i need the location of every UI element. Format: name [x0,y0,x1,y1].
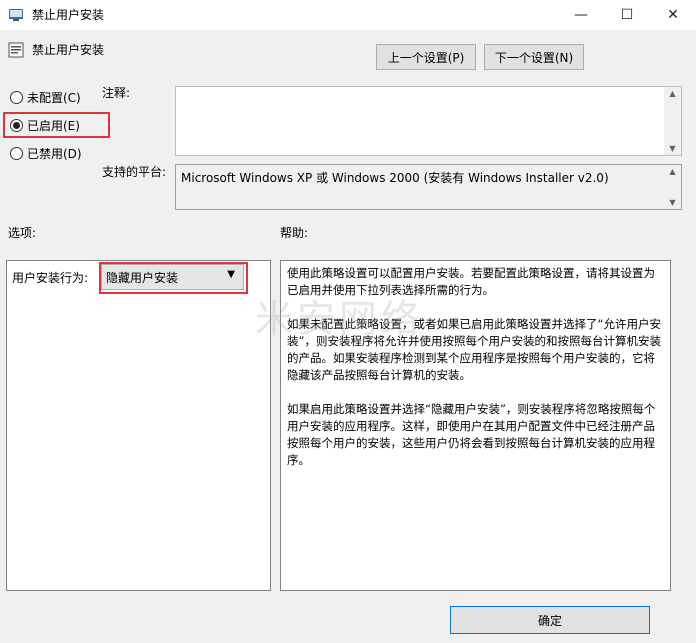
ok-button[interactable]: 确定 [450,606,650,634]
ok-button-label: 确定 [537,613,562,628]
scroll-up-icon[interactable]: ▲ [669,167,675,176]
options-section-label: 选项: [8,226,37,240]
radio-enabled-label: 已启用(E) [27,118,80,133]
scroll-up-icon[interactable]: ▲ [669,89,675,98]
help-text: 使用此策略设置可以配置用户安装。若要配置此策略设置，请将其设置为已启用并使用下拉… [287,266,661,467]
comment-scrollbar[interactable]: ▲ ▼ [664,87,681,155]
dropdown-highlight-box [99,262,248,294]
radio-not-configured-label: 未配置(C) [27,90,81,105]
radio-enabled[interactable]: 已启用(E) [10,115,80,135]
radio-not-configured[interactable]: 未配置(C) [10,87,81,107]
help-section-label: 帮助: [280,226,309,240]
policy-window-icon [9,9,23,21]
close-icon: ✕ [667,7,679,23]
platform-value: Microsoft Windows XP 或 Windows 2000 (安装有… [181,171,609,185]
radio-disabled[interactable]: 已禁用(D) [10,143,82,163]
policy-setting-icon [8,42,24,58]
previous-setting-label: 上一个设置(P) [387,50,465,65]
comment-label: 注释: [102,86,131,100]
maximize-button[interactable]: ☐ [604,0,650,30]
user-install-behavior-label: 用户安装行为: [12,271,89,285]
radio-enabled-circle[interactable] [10,118,23,132]
next-setting-label: 下一个设置(N) [494,50,574,65]
comment-field[interactable]: ▲ ▼ [175,86,682,156]
previous-setting-button[interactable]: 上一个设置(P) [376,44,476,70]
next-setting-button[interactable]: 下一个设置(N) [484,44,584,70]
maximize-icon: ☐ [620,7,634,23]
platform-scrollbar[interactable]: ▲ ▼ [664,165,681,209]
minimize-button[interactable]: — [558,0,604,30]
help-panel: 使用此策略设置可以配置用户安装。若要配置此策略设置，请将其设置为已启用并使用下拉… [280,260,671,591]
platform-field: Microsoft Windows XP 或 Windows 2000 (安装有… [175,164,682,210]
policy-name: 禁止用户安装 [32,43,105,57]
options-panel: 用户安装行为: 隐藏用户安装 ▼ [6,260,271,591]
radio-disabled-label: 已禁用(D) [27,146,82,161]
close-button[interactable]: ✕ [650,0,696,30]
minimize-icon: — [574,7,588,23]
radio-not-configured-circle[interactable] [10,90,23,104]
platform-label: 支持的平台: [102,165,167,179]
window-title: 禁止用户安装 [32,8,105,22]
scroll-down-icon[interactable]: ▼ [669,198,675,207]
radio-disabled-circle[interactable] [10,146,23,160]
title-bar: 禁止用户安装 — ☐ ✕ [0,0,696,30]
scroll-down-icon[interactable]: ▼ [669,144,675,153]
